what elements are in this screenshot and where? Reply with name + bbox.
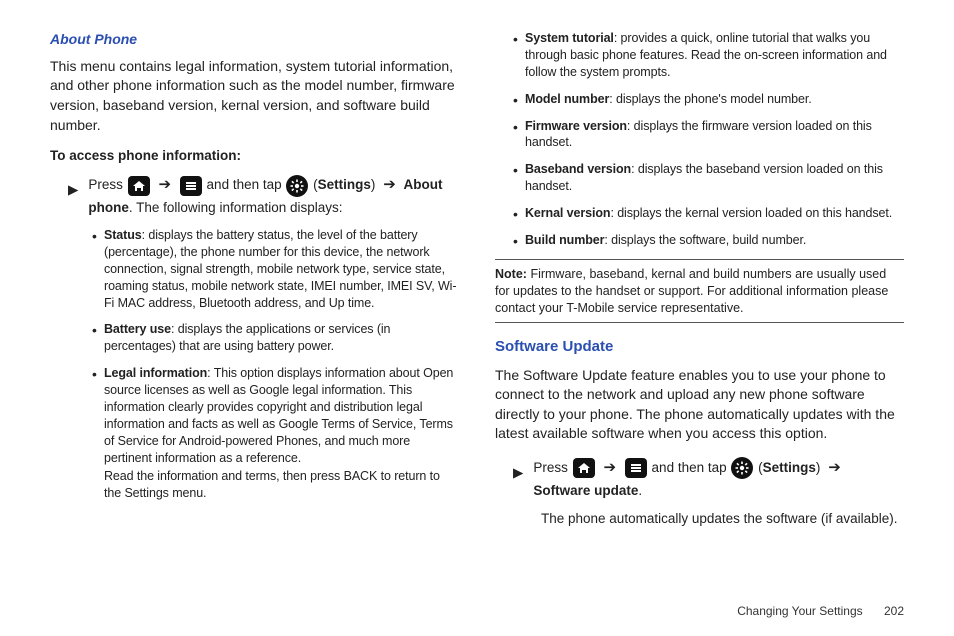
step-row: ▶ Press ➔ and then tap (Settings) ➔ Soft…: [513, 456, 904, 502]
step-marker-icon: ▶: [513, 462, 523, 484]
list-item: Baseband version: displays the baseband …: [513, 161, 904, 195]
list-item: Build number: displays the software, bui…: [513, 232, 904, 249]
about-bullets: Status: displays the battery status, the…: [92, 227, 459, 502]
step-row: ▶ Press ➔ and then tap (Settings) ➔ Abou…: [68, 173, 459, 219]
footer-page: 202: [884, 604, 904, 618]
settings-icon: [731, 457, 753, 479]
home-icon: [573, 458, 595, 478]
note-text: Firmware, baseband, kernal and build num…: [495, 267, 888, 315]
about-phone-intro: This menu contains legal information, sy…: [50, 57, 459, 135]
list-item: Legal information: This option displays …: [92, 365, 459, 502]
step-marker-icon: ▶: [68, 179, 78, 201]
right-column: System tutorial: provides a quick, onlin…: [495, 30, 904, 590]
paren-close: ): [816, 460, 821, 475]
arrow-icon: ➔: [158, 176, 171, 193]
about-phone-heading: About Phone: [50, 30, 459, 49]
settings-bold: Settings: [763, 460, 816, 475]
right-bullets: System tutorial: provides a quick, onlin…: [513, 30, 904, 249]
following-text: . The following information displays:: [129, 200, 343, 215]
page-footer: Changing Your Settings 202: [737, 604, 904, 618]
step-body: Press ➔ and then tap (Settings) ➔ About …: [88, 173, 459, 219]
menu-icon: [180, 176, 202, 196]
list-item: Kernal version: displays the kernal vers…: [513, 205, 904, 222]
home-icon: [128, 176, 150, 196]
and-then-tap-label: and then tap: [652, 460, 727, 475]
su-continuation: The phone automatically updates the soft…: [541, 508, 904, 530]
arrow-icon: ➔: [603, 459, 616, 476]
menu-icon: [625, 458, 647, 478]
list-item: Status: displays the battery status, the…: [92, 227, 459, 311]
arrow-icon: ➔: [383, 176, 396, 193]
period: .: [638, 483, 642, 498]
press-label: Press: [533, 460, 568, 475]
note-block: Note: Firmware, baseband, kernal and bui…: [495, 259, 904, 324]
press-label: Press: [88, 177, 123, 192]
step-body: Press ➔ and then tap (Settings) ➔ Softwa…: [533, 456, 904, 502]
software-update-intro: The Software Update feature enables you …: [495, 366, 904, 444]
access-heading: To access phone information:: [50, 147, 459, 165]
settings-bold: Settings: [318, 177, 371, 192]
list-item: System tutorial: provides a quick, onlin…: [513, 30, 904, 81]
list-item: Firmware version: displays the firmware …: [513, 118, 904, 152]
software-update-heading: Software Update: [495, 337, 904, 357]
note-label: Note:: [495, 267, 527, 281]
paren-close: ): [371, 177, 376, 192]
list-item: Battery use: displays the applications o…: [92, 321, 459, 355]
and-then-tap-label: and then tap: [207, 177, 282, 192]
arrow-icon: ➔: [828, 459, 841, 476]
software-update-bold: Software update: [533, 483, 638, 498]
footer-section: Changing Your Settings: [737, 604, 862, 618]
list-item: Model number: displays the phone's model…: [513, 91, 904, 108]
settings-icon: [286, 175, 308, 197]
left-column: About Phone This menu contains legal inf…: [50, 30, 459, 590]
